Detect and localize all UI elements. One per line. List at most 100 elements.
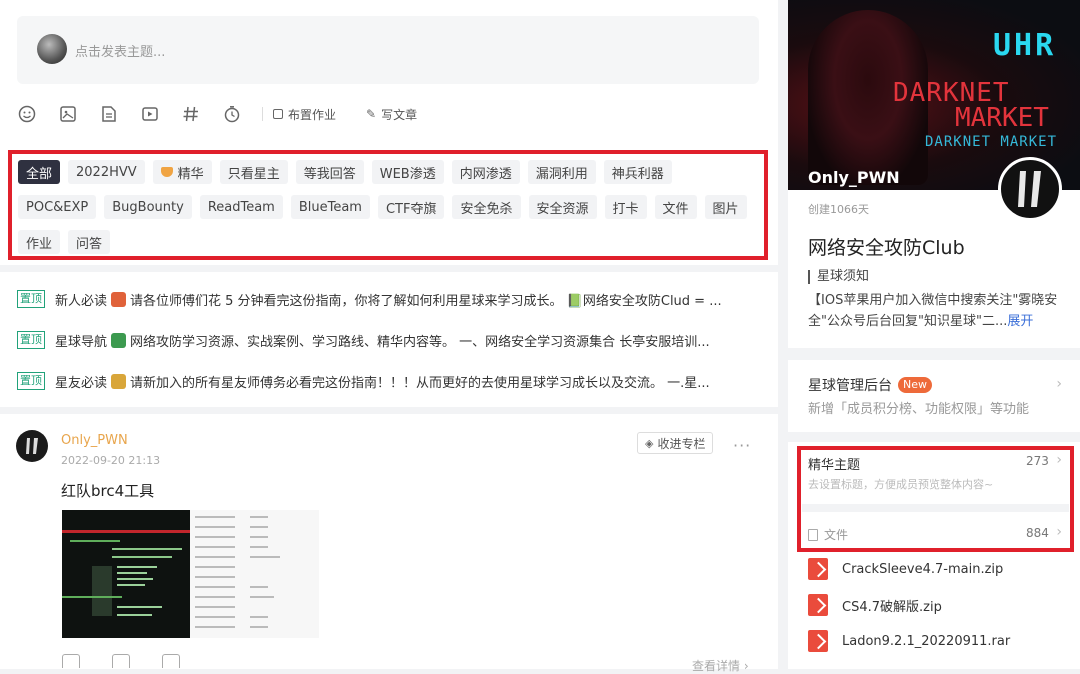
composer-toolbar: 布置作业 ✎ 写文章 (16, 103, 447, 125)
created-days: 创建1066天 (808, 203, 869, 216)
folder-icon: ◈ (645, 436, 654, 450)
tag-files[interactable]: 文件 (654, 195, 697, 219)
tag-web-pentest[interactable]: WEB渗透 (371, 160, 444, 184)
post-title[interactable]: 红队brc4工具 (61, 480, 154, 501)
post-actions (62, 654, 212, 668)
tag-bugbounty[interactable]: BugBounty (104, 195, 192, 219)
books-icon (111, 332, 127, 348)
pinned-text: 星球导航 网络攻防学习资源、实战案例、学习路线、精华内容等。 一、网络安全学习资源… (55, 331, 710, 350)
pdf-icon (808, 558, 828, 580)
highlight-title[interactable]: 精华主题 (808, 454, 860, 473)
notice-title: 星球须知 (808, 270, 869, 284)
sidebar: UHR DARKNET MARKET DARKNET MARKET Only_P… (788, 0, 1080, 669)
tag-2022hvv[interactable]: 2022HVV (68, 160, 145, 184)
tag-exploit[interactable]: 漏洞利用 (527, 160, 596, 184)
banner-owner-name: Only_PWN (808, 168, 900, 187)
checkbox-icon (273, 109, 283, 119)
collect-to-column-button[interactable]: ◈ 收进专栏 (637, 432, 714, 454)
pinned-text: 星友必读 请新加入的所有星友师傅务必看完这份指南！！！从而更好的去使用星球学习成长… (55, 372, 710, 391)
file-list-screenshot (190, 510, 319, 638)
tag-av-evasion[interactable]: 安全免杀 (452, 195, 521, 219)
author-avatar[interactable] (16, 430, 48, 462)
tag-poc-exp[interactable]: POC&EXP (18, 195, 97, 219)
highlight-subtitle: 去设置标题，方便成员预览整体内容~ (808, 478, 994, 491)
pinned-badge: 置顶 (17, 372, 45, 390)
emoji-icon[interactable] (16, 103, 38, 125)
pinned-item[interactable]: 置顶 星球导航 网络攻防学习资源、实战案例、学习路线、精华内容等。 一、网络安全学… (17, 330, 759, 350)
club-info: 创建1066天 网络安全攻防Club 星球须知 【IOS苹果用户加入微信中搜索关… (788, 157, 1080, 348)
pinned-prefix: 新人必读 (55, 293, 108, 309)
file-item[interactable]: CS4.7破解版.zip (808, 594, 942, 616)
club-logo-icon (1018, 171, 1041, 207)
composer-card: 点击发表主题... 布置作业 ✎ 写文章 全部 2022HVV 精华 只看星主 … (0, 0, 778, 265)
banner-text-darknet-market: DARKNET MARKET (925, 134, 1058, 150)
pinned-body: 请新加入的所有星友师傅务必看完这份指南！！！从而更好的去使用星球学习成长以及交流… (130, 375, 710, 391)
highlight-count: 273 (1026, 454, 1049, 468)
pinned-item[interactable]: 置顶 新人必读 请各位师傅们花 5 分钟看完这份指南，你将了解如何利用星球来学习成… (17, 289, 759, 309)
hashtag-icon[interactable] (180, 103, 202, 125)
assign-homework-button[interactable]: 布置作业 (273, 106, 336, 123)
tag-readteam[interactable]: ReadTeam (199, 195, 283, 219)
post-author[interactable]: Only_PWN (61, 433, 128, 448)
tag-qa[interactable]: 问答 (68, 230, 111, 254)
tag-homework[interactable]: 作业 (18, 230, 61, 254)
admin-title-row: 星球管理后台 New (808, 375, 932, 395)
tag-images[interactable]: 图片 (704, 195, 747, 219)
assign-homework-label: 布置作业 (288, 107, 337, 122)
like-icon[interactable] (62, 654, 80, 668)
pinned-topics: 置顶 新人必读 请各位师傅们花 5 分钟看完这份指南，你将了解如何利用星球来学习成… (0, 272, 778, 407)
document-icon (808, 528, 818, 541)
gift-icon (111, 291, 127, 307)
tag-digest-label: 精华 (177, 166, 204, 182)
write-article-label: 写文章 (381, 107, 418, 122)
divider (802, 504, 1069, 512)
file-icon[interactable] (98, 103, 120, 125)
party-icon (111, 373, 127, 389)
notice-body: 【IOS苹果用户加入微信中搜索关注"雾晓安全"公众号后台回复"知识星球"二...… (808, 290, 1070, 332)
tag-all[interactable]: 全部 (18, 160, 61, 184)
star-icon[interactable] (162, 654, 180, 668)
pdf-icon (808, 594, 828, 616)
files-header[interactable]: 文件 (808, 526, 848, 543)
tag-ctf[interactable]: CTF夺旗 (377, 195, 445, 219)
clock-icon[interactable] (221, 103, 243, 125)
pinned-item[interactable]: 置顶 星友必读 请新加入的所有星友师傅务必看完这份指南！！！从而更好的去使用星球学… (17, 371, 759, 391)
tag-await-answer[interactable]: 等我回答 (295, 160, 364, 184)
banner-text-uhr: UHR (993, 28, 1057, 63)
tag-intranet-pentest[interactable]: 内网渗透 (451, 160, 520, 184)
highlights-panel: 精华主题 273 › 去设置标题，方便成员预览整体内容~ 文件 884 › Cr… (788, 442, 1080, 669)
chevron-right-icon[interactable]: › (1056, 524, 1062, 540)
tag-blueteam[interactable]: BlueTeam (290, 195, 370, 219)
image-icon[interactable] (57, 103, 79, 125)
comment-icon[interactable] (112, 654, 130, 668)
tag-checkin[interactable]: 打卡 (604, 195, 647, 219)
tag-digest[interactable]: 精华 (152, 160, 212, 184)
collect-label: 收进专栏 (657, 436, 706, 451)
tag-security-resources[interactable]: 安全资源 (528, 195, 597, 219)
tag-owner-only[interactable]: 只看星主 (219, 160, 288, 184)
write-article-button[interactable]: ✎ 写文章 (366, 106, 417, 123)
admin-subtitle: 新增「成员积分榜、功能权限」等功能 (808, 402, 1030, 417)
admin-title: 星球管理后台 (808, 378, 892, 394)
chevron-right-icon[interactable]: › (1056, 452, 1062, 468)
post-image[interactable] (62, 510, 319, 638)
tag-filter-bar: 全部 2022HVV 精华 只看星主 等我回答 WEB渗透 内网渗透 漏洞利用 … (8, 150, 768, 260)
pinned-badge: 置顶 (17, 290, 45, 308)
pinned-prefix: 星球导航 (55, 334, 108, 350)
files-count: 884 (1026, 526, 1049, 540)
video-icon[interactable] (139, 103, 161, 125)
composer-placeholder: 点击发表主题... (75, 45, 166, 60)
see-details-link[interactable]: 查看详情 › (692, 657, 749, 674)
more-options-button[interactable]: ··· (733, 436, 751, 455)
tag-tools[interactable]: 神兵利器 (603, 160, 672, 184)
club-logo[interactable] (998, 157, 1062, 221)
pinned-body: 网络攻防学习资源、实战案例、学习路线、精华内容等。 一、网络安全学习资源集合 长… (130, 334, 710, 350)
expand-link[interactable]: 展开 (1007, 314, 1033, 329)
composer-input[interactable]: 点击发表主题... (17, 16, 759, 84)
file-item[interactable]: Ladon9.2.1_20220911.rar (808, 630, 1010, 652)
post-card: Only_PWN 2022-09-20 21:13 ◈ 收进专栏 ··· 红队br… (0, 414, 778, 673)
admin-panel-link[interactable]: 星球管理后台 New 新增「成员积分榜、功能权限」等功能 › (788, 360, 1080, 432)
file-item[interactable]: CrackSleeve4.7-main.zip (808, 558, 1003, 580)
gem-icon (160, 167, 173, 177)
file-name: CrackSleeve4.7-main.zip (842, 561, 1004, 577)
